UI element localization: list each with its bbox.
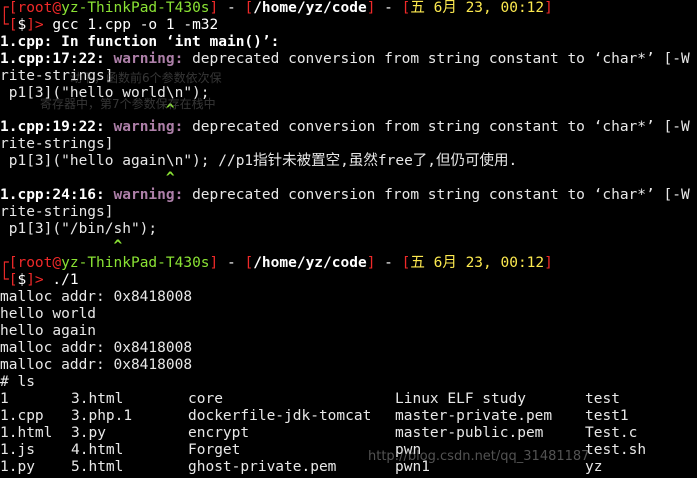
source-line-2: p1[3]("hello again\n"); //p1指针未被置空,虽然fre… <box>0 153 518 169</box>
ls-entry: 3.html <box>71 391 124 407</box>
warning-location: 1.cpp:24:16: <box>0 187 105 203</box>
warning-line-2: 1.cpp:19:22: warning: deprecated convers… <box>0 119 690 136</box>
ls-entry: test1 <box>585 408 629 424</box>
prompt-user: root <box>17 255 53 271</box>
output-line: malloc addr: 0x8418008 <box>0 357 193 373</box>
output-line: malloc addr: 0x8418008 <box>0 289 193 305</box>
warning-location: 1.cpp:19:22: <box>0 119 105 135</box>
ls-entry: 1.html <box>0 425 53 441</box>
prompt-host: yz-ThinkPad-T430s <box>61 255 210 271</box>
caret-line-3: ^ <box>0 238 123 254</box>
ls-entry: Forget <box>188 442 241 458</box>
shell-prompt-line: # ls <box>0 374 35 390</box>
warning-continuation-2: rite-strings] <box>0 136 114 152</box>
prompt-path: /home/yz/code <box>253 0 367 16</box>
warning-continuation-3: rite-strings] <box>0 204 114 220</box>
terminal-window[interactable]: ┌[root@yz-ThinkPad-T430s] - [/home/yz/co… <box>0 0 697 478</box>
warning-message: deprecated conversion from string consta… <box>183 119 690 135</box>
command-text: gcc 1.cpp -o 1 -m32 <box>52 17 219 33</box>
overlay-text: 寄存器中，第7个参数保存在栈中 <box>40 97 216 111</box>
warning-line-3: 1.cpp:24:16: warning: deprecated convers… <box>0 187 690 204</box>
ls-entry: 1.py <box>0 459 35 475</box>
warning-message: deprecated conversion from string consta… <box>183 187 690 203</box>
prompt-line-1: ┌[root@yz-ThinkPad-T430s] - [/home/yz/co… <box>0 0 553 16</box>
output-line: hello world <box>0 306 97 322</box>
prompt-date: 五 6月 23, 00:12 <box>410 255 545 271</box>
watermark-text: http://blog.csdn.net/qq_31481187 <box>368 449 590 464</box>
ls-entry: 1.cpp <box>0 408 44 424</box>
ls-entry: master-private.pem <box>395 408 553 424</box>
command-text: ./1 <box>52 272 79 288</box>
command-line-2: └[$]> ./1 <box>0 272 79 288</box>
ls-entry: 1 <box>0 391 9 407</box>
warning-location: 1.cpp:17:22: <box>0 51 105 67</box>
ls-entry: test.sh <box>585 442 647 458</box>
ls-entry: encrypt <box>188 425 250 441</box>
ls-entry: 3.py <box>71 425 106 441</box>
ls-entry: test <box>585 391 620 407</box>
ls-entry: 3.php.1 <box>71 408 133 424</box>
warning-label: warning: <box>113 51 184 67</box>
ls-entry: Test.c <box>585 425 638 441</box>
ls-entry: 4.html <box>71 442 124 458</box>
ls-entry: ghost-private.pem <box>188 459 337 475</box>
caret-line-2: ^ <box>0 170 175 186</box>
source-line-3: p1[3]("/bin/sh"); <box>0 221 158 237</box>
ls-entry: master-public.pem <box>395 425 544 441</box>
prompt-path: /home/yz/code <box>253 255 367 271</box>
ls-entry: core <box>188 391 223 407</box>
warning-label: warning: <box>113 187 184 203</box>
ls-entry: 1.js <box>0 442 35 458</box>
prompt-user: root <box>17 0 53 16</box>
prompt-host: yz-ThinkPad-T430s <box>61 0 210 16</box>
warning-label: warning: <box>113 119 184 135</box>
output-line: malloc addr: 0x8418008 <box>0 340 193 356</box>
warning-line-1: 1.cpp:17:22: warning: deprecated convers… <box>0 51 690 68</box>
ls-entry: Linux ELF study <box>395 391 526 407</box>
prompt-date: 五 6月 23, 00:12 <box>410 0 545 16</box>
prompt-line-2: ┌[root@yz-ThinkPad-T430s] - [/home/yz/co… <box>0 255 553 271</box>
overlay-text: 动下，函数前6个参数依次保 <box>70 71 222 85</box>
command-line-1: └[$]> gcc 1.cpp -o 1 -m32 <box>0 17 219 33</box>
in-function-line: 1.cpp: In function ‘int main()’: <box>0 34 280 50</box>
warning-message: deprecated conversion from string consta… <box>183 51 690 67</box>
output-line: hello again <box>0 323 97 339</box>
ls-entry: dockerfile-jdk-tomcat <box>188 408 372 424</box>
ls-entry: 5.html <box>71 459 124 475</box>
